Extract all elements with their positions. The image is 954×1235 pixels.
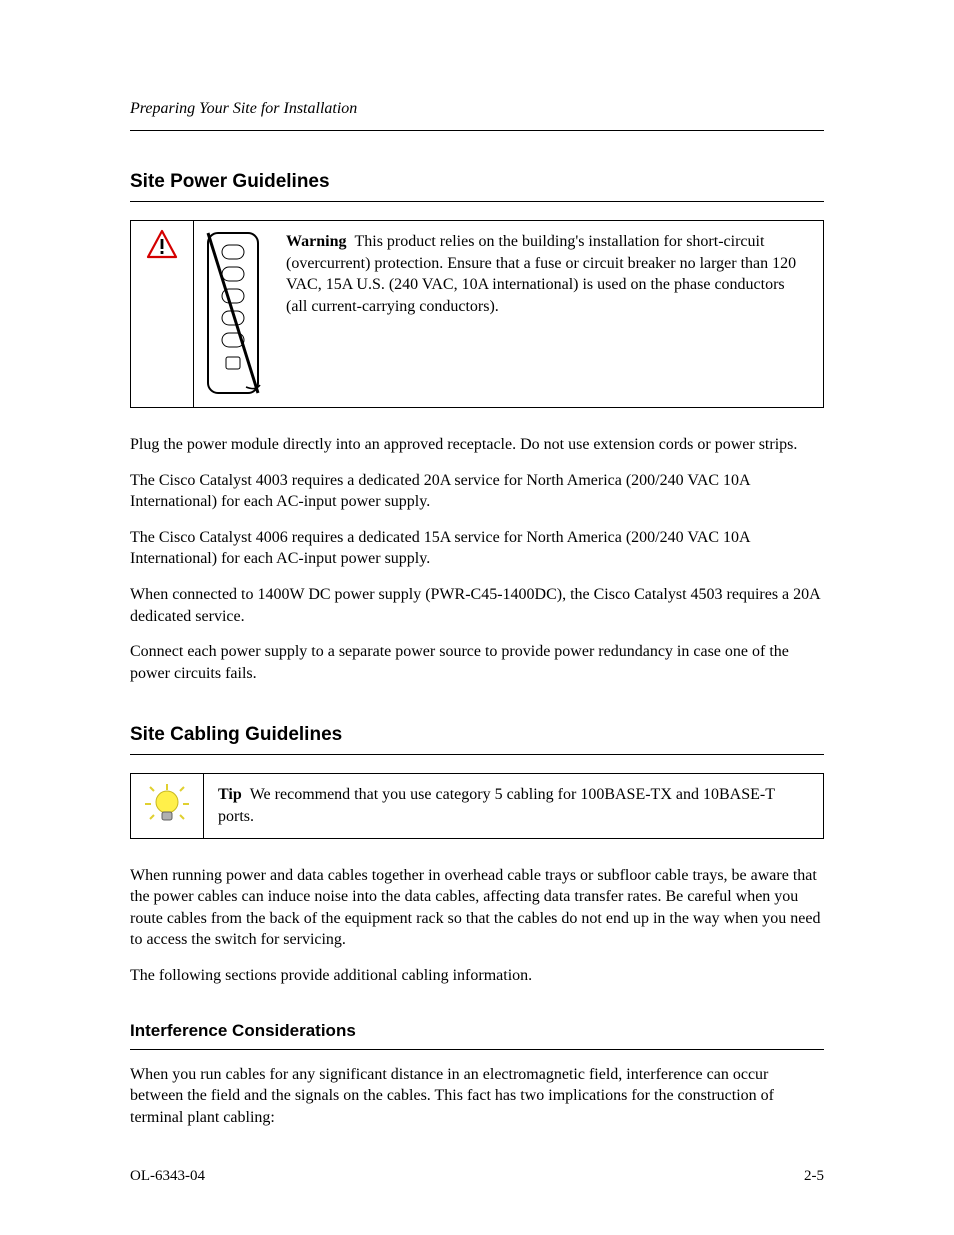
warning-callout: Warning This product relies on the build… <box>130 220 824 408</box>
no-power-strip-icon-cell <box>194 221 272 407</box>
cabling-para-2: The following sections provide additiona… <box>130 965 824 987</box>
section-title-cabling: Site Cabling Guidelines <box>130 724 824 746</box>
section-title-power: Site Power Guidelines <box>130 171 824 193</box>
power-body: Plug the power module directly into an a… <box>130 434 824 684</box>
running-head: Preparing Your Site for Installation <box>130 100 824 118</box>
rule-power <box>130 201 824 202</box>
cabling-para-1: When running power and data cables toget… <box>130 865 824 951</box>
power-para-3: The Cisco Catalyst 4006 requires a dedic… <box>130 527 824 570</box>
rule-cabling <box>130 754 824 755</box>
no-power-strip-icon <box>202 229 264 399</box>
tip-label: Tip <box>218 786 242 803</box>
page-number: 2-5 <box>804 1168 824 1185</box>
page: Preparing Your Site for Installation Sit… <box>0 0 954 1235</box>
lightbulb-icon <box>145 782 189 826</box>
warning-triangle-icon <box>146 229 178 259</box>
rule-top <box>130 130 824 131</box>
tip-body: We recommend that you use category 5 cab… <box>218 786 775 825</box>
power-para-4: When connected to 1400W DC power supply … <box>130 584 824 627</box>
power-para-5: Connect each power supply to a separate … <box>130 641 824 684</box>
sub-title-interference: Interference Considerations <box>130 1021 824 1041</box>
tip-text: Tip We recommend that you use category 5… <box>204 774 823 837</box>
interference-body: When you run cables for any significant … <box>130 1064 824 1129</box>
tip-icon-cell <box>131 774 204 837</box>
warning-text: Warning This product relies on the build… <box>272 221 823 407</box>
power-para-2: The Cisco Catalyst 4003 requires a dedic… <box>130 470 824 513</box>
cabling-body: When running power and data cables toget… <box>130 865 824 987</box>
warning-body: This product relies on the building's in… <box>286 233 796 315</box>
power-para-1: Plug the power module directly into an a… <box>130 434 824 456</box>
interference-para-1: When you run cables for any significant … <box>130 1064 824 1129</box>
doc-id: OL-6343-04 <box>130 1168 205 1185</box>
page-footer: OL-6343-04 2-5 <box>130 1168 824 1185</box>
rule-interference <box>130 1049 824 1050</box>
warning-icon-cell <box>131 221 194 407</box>
tip-callout: Tip We recommend that you use category 5… <box>130 773 824 838</box>
warning-label: Warning <box>286 233 346 250</box>
